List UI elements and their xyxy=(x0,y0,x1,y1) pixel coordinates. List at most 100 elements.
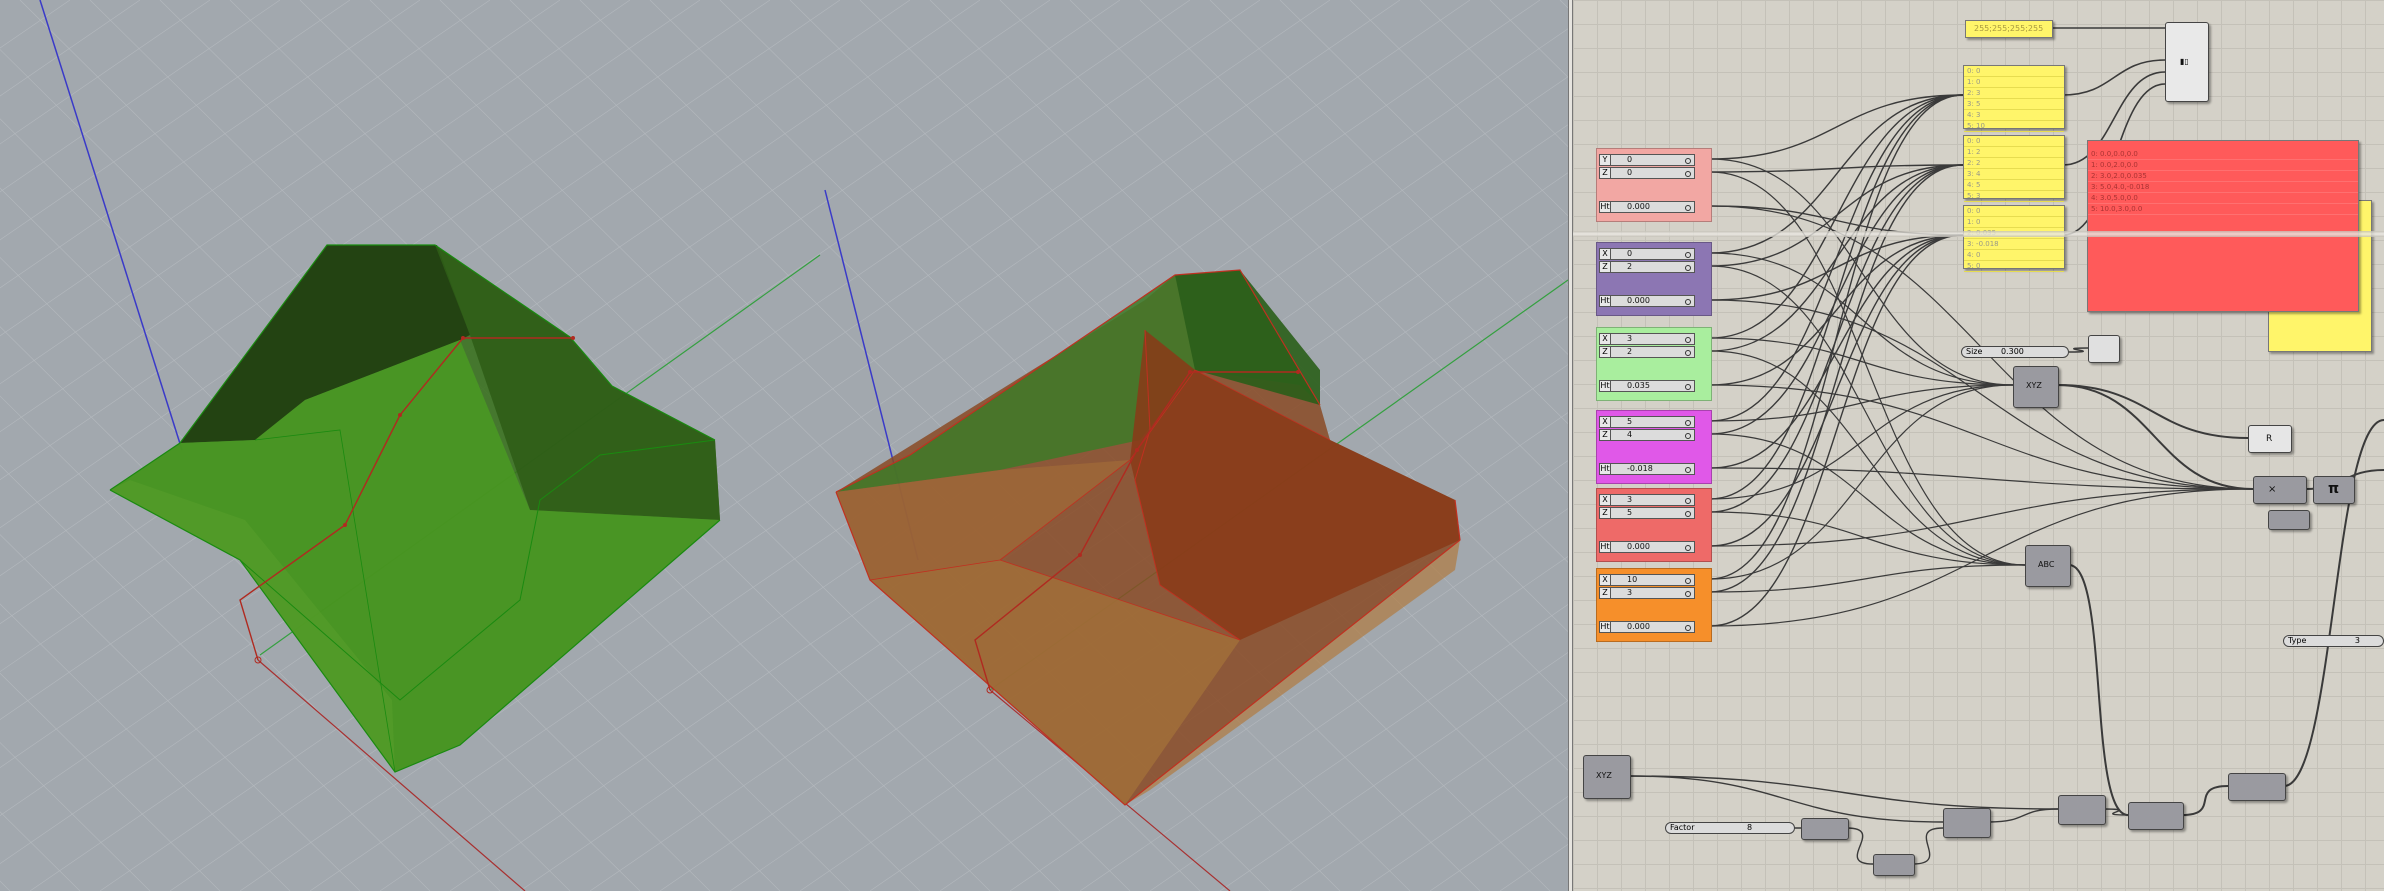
yellow-panel-x-lines: 0: 0 1: 0 2: 3 3: 5 4: 3 5: 10 xyxy=(1964,66,2064,132)
wire xyxy=(2068,347,2089,353)
slider-value[interactable]: 0 xyxy=(1611,167,1695,179)
slider-value[interactable]: 10 xyxy=(1611,574,1695,586)
merge-component[interactable]: ABC xyxy=(2025,545,2071,587)
number-slider[interactable]: Ht 0.000 xyxy=(1599,295,1695,307)
slider-value[interactable]: 0.000 xyxy=(1611,541,1695,553)
slider-value[interactable]: 0.035 xyxy=(1611,380,1695,392)
wire xyxy=(1709,384,2014,580)
panel-line: 4: 5 xyxy=(1964,180,2064,191)
canvas-scrollbar-highlight xyxy=(1573,231,2384,237)
display-component[interactable]: ▮▯ xyxy=(2165,22,2209,102)
number-slider[interactable]: Z4 xyxy=(1599,429,1695,441)
construct-point-2-component[interactable]: XYZ xyxy=(1583,755,1631,799)
number-slider[interactable]: Z0 xyxy=(1599,167,1695,179)
number-slider[interactable]: Z2 xyxy=(1599,346,1695,358)
slider-pin: Ht xyxy=(1599,380,1611,392)
red-points-panel[interactable]: 0: 0.0,0.0,0.0 1: 0.0,2.0,0.0 2: 3.0,2.0,0… xyxy=(2087,140,2359,312)
slider-value[interactable]: -0.018 xyxy=(1611,463,1695,475)
number-slider[interactable]: Ht 0.035 xyxy=(1599,380,1695,392)
number-slider[interactable]: Ht 0.000 xyxy=(1599,201,1695,213)
slider-value[interactable]: 2 xyxy=(1611,346,1695,358)
number-slider[interactable]: X5 xyxy=(1599,416,1695,428)
slider-value[interactable]: 0.000 xyxy=(1611,201,1695,213)
factor-slider-label: Factor xyxy=(1670,823,1695,832)
pi-label: π xyxy=(2328,481,2340,497)
slider-value[interactable]: 2 xyxy=(1611,261,1695,273)
wire xyxy=(1709,384,2014,422)
panel-line: 1: 2 xyxy=(1964,147,2064,158)
slider-value[interactable]: 0 xyxy=(1611,154,1695,166)
wire xyxy=(1709,164,1964,435)
move-component[interactable] xyxy=(1943,808,1991,838)
viewport-scene[interactable] xyxy=(0,0,1568,891)
abs-component[interactable] xyxy=(2268,510,2310,530)
wire xyxy=(1709,299,2254,490)
flip-component[interactable]: R xyxy=(2248,425,2292,453)
pi-component[interactable]: π xyxy=(2313,476,2355,504)
yellow-panel-z[interactable]: 0: 01: 02: 0.0353: -0.0184: 05: 0 xyxy=(1963,205,2065,272)
panel-line: 5: 3 xyxy=(1964,191,2064,202)
number-slider[interactable]: Z3 xyxy=(1599,587,1695,599)
panel-line: 0: 0 xyxy=(1964,136,2064,147)
number-slider[interactable]: X3 xyxy=(1599,333,1695,345)
reverse-component[interactable] xyxy=(1873,854,1915,876)
slider-pin: X xyxy=(1599,494,1611,506)
factor-slider[interactable]: Factor 8 xyxy=(1665,822,1795,834)
construct-point-component[interactable]: XYZ xyxy=(2013,366,2059,408)
slider-group[interactable]: X 3 Z 2 Ht 0.035 xyxy=(1596,327,1712,401)
panel-line: 3: -0.018 xyxy=(1964,239,2064,250)
slider-value[interactable]: 3 xyxy=(1611,333,1695,345)
wire xyxy=(1912,827,1944,865)
display-glyph: ▮▯ xyxy=(2180,57,2189,66)
slider-pin: Ht xyxy=(1599,463,1611,475)
number-slider[interactable]: X3 xyxy=(1599,494,1695,506)
number-slider[interactable]: Z2 xyxy=(1599,261,1695,273)
wire xyxy=(1709,94,1964,160)
right-brep-orange[interactable] xyxy=(835,269,1461,806)
grid-line xyxy=(1429,796,1568,891)
grasshopper-canvas[interactable]: 255;255;255;255 ▮▯ 0: 0 1: 0 2: 3 3: 5 4: 35… xyxy=(1573,0,2384,891)
line-component[interactable] xyxy=(2058,795,2106,825)
yellow-panel-y[interactable]: 0: 0 1: 2 2: 2 3: 4 4: 5 5: 3 xyxy=(1963,135,2065,202)
number-slider[interactable]: Ht 0.000 xyxy=(1599,621,1695,633)
type-slider[interactable]: Type 3 xyxy=(2283,635,2384,647)
size-slider[interactable]: Size 0.300 xyxy=(1961,346,2069,358)
number-slider[interactable]: Ht 0.000 xyxy=(1599,541,1695,553)
panel-line: 3: 5.0,4.0,-0.018 xyxy=(2088,182,2358,193)
slider-pin: X xyxy=(1599,248,1611,260)
preview-component[interactable] xyxy=(2088,335,2120,363)
rhino-viewport[interactable] xyxy=(0,0,1568,891)
slider-pin: X xyxy=(1599,333,1611,345)
left-brep-green[interactable] xyxy=(109,244,721,773)
loft-component[interactable] xyxy=(2228,773,2286,801)
grid-line xyxy=(1499,844,1568,891)
slider-group[interactable]: X 5 Z 4 Ht -0.018 xyxy=(1596,410,1712,484)
vector-amplitude-component[interactable] xyxy=(1801,818,1849,840)
slider-value[interactable]: 5 xyxy=(1611,416,1695,428)
number-slider[interactable]: Ht -0.018 xyxy=(1599,463,1695,475)
yellow-panel-x[interactable]: 0: 0 1: 0 2: 3 3: 5 4: 3 5: 10 xyxy=(1963,65,2065,132)
slider-value[interactable]: 0.000 xyxy=(1611,295,1695,307)
slider-value[interactable]: 3 xyxy=(1611,494,1695,506)
multiply-component[interactable]: × xyxy=(2253,476,2307,504)
slider-value[interactable]: 4 xyxy=(1611,429,1695,441)
slider-value[interactable]: 0 xyxy=(1611,248,1695,260)
slider-group[interactable]: Y 0 Z 0 Ht 0.000 xyxy=(1596,148,1712,222)
extrude-component[interactable] xyxy=(2128,802,2184,830)
slider-group[interactable]: X 0 Z 2 Ht 0.000 xyxy=(1596,242,1712,316)
number-slider[interactable]: Y0 xyxy=(1599,154,1695,166)
slider-pin: Ht xyxy=(1599,295,1611,307)
number-slider[interactable]: X 10 xyxy=(1599,574,1695,586)
slider-group[interactable]: X 10 Z 3 Ht 0.000 xyxy=(1596,568,1712,642)
slider-value[interactable]: 0.000 xyxy=(1611,621,1695,633)
slider-value[interactable]: 3 xyxy=(1611,587,1695,599)
number-slider[interactable]: Z5 xyxy=(1599,507,1695,519)
slider-value[interactable]: 5 xyxy=(1611,507,1695,519)
panel-line: 5: 10.0,3.0,0.0 xyxy=(2088,204,2358,215)
panel-line: 0: 0.0,0.0,0.0 xyxy=(2088,149,2358,160)
yellow-panel-z-lines: 0: 01: 02: 0.0353: -0.0184: 05: 0 xyxy=(1964,206,2064,272)
slider-group[interactable]: X 3 Z 5 Ht 0.000 xyxy=(1596,488,1712,562)
number-slider[interactable]: X0 xyxy=(1599,248,1695,260)
colour-swatch-panel[interactable]: 255;255;255;255 xyxy=(1965,20,2053,38)
slider-pin: Ht xyxy=(1599,201,1611,213)
